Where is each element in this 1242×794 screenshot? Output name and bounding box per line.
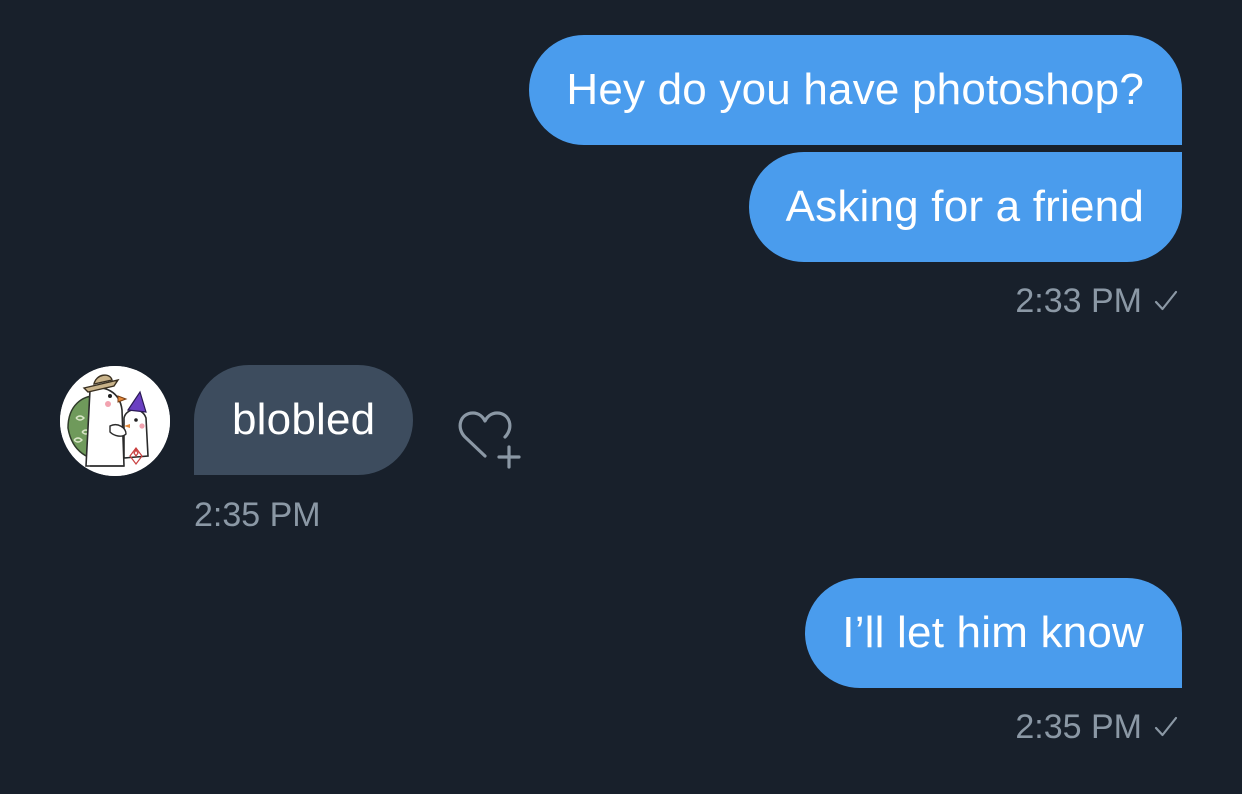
heart-plus-icon: [458, 411, 521, 469]
message-timestamp: 2:33 PM: [1015, 282, 1142, 320]
avatar-illustration: [60, 366, 170, 476]
message-meta: 2:33 PM: [1015, 281, 1178, 321]
message-bubble-outgoing[interactable]: I’ll let him know: [805, 578, 1182, 688]
message-text: I’ll let him know: [842, 608, 1144, 657]
message-text: Asking for a friend: [785, 182, 1144, 231]
user-avatar[interactable]: [60, 366, 170, 476]
check-icon: [1154, 716, 1178, 737]
message-bubble-outgoing[interactable]: Asking for a friend: [748, 152, 1182, 262]
message-meta: 2:35 PM: [194, 495, 321, 535]
check-icon: [1154, 290, 1178, 311]
message-bubble-outgoing[interactable]: Hey do you have photoshop?: [529, 35, 1182, 145]
message-meta: 2:35 PM: [1015, 707, 1178, 747]
react-button[interactable]: [452, 405, 526, 473]
message-text: Hey do you have photoshop?: [566, 65, 1144, 114]
message-timestamp: 2:35 PM: [194, 496, 321, 534]
message-timestamp: 2:35 PM: [1015, 708, 1142, 746]
message-bubble-incoming[interactable]: blobled: [194, 365, 414, 475]
message-text: blobled: [232, 395, 376, 444]
